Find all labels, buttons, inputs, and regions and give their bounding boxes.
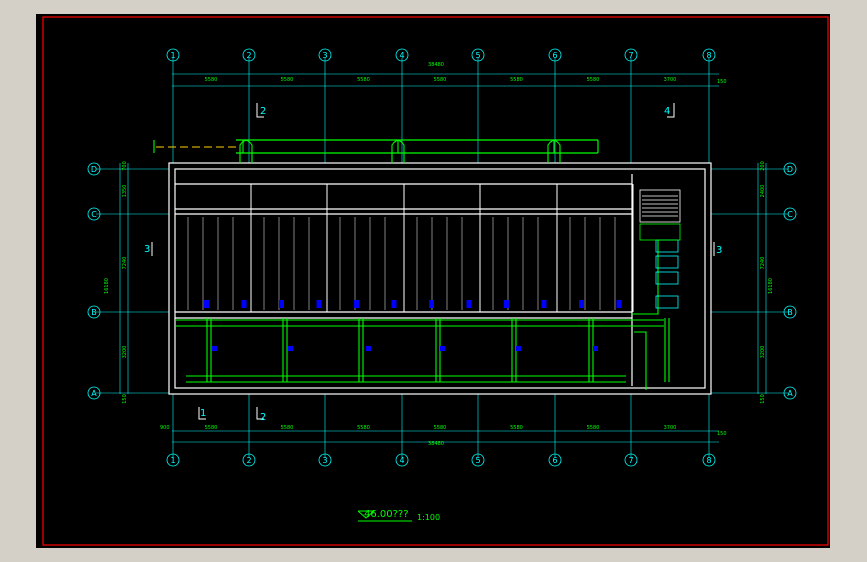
valve-marker [354, 300, 359, 308]
section-mark-right: 3 [716, 245, 722, 256]
grid-bubble-col-7: 7 [628, 456, 633, 465]
grid-bubble-row-C: C [91, 210, 97, 219]
dim-top-total: 38480 [428, 62, 444, 68]
valve-marker [204, 300, 209, 308]
dim-top-span: 5580 [510, 77, 523, 83]
section-mark-bottom-right: 2 [260, 412, 266, 423]
valve-marker-lower [440, 346, 445, 351]
dim-left-span: 1350 [122, 185, 128, 198]
dim-right-span: 7240 [760, 257, 766, 270]
section-marks: 2 4 1 2 3 3 [144, 103, 722, 423]
grid-bubble-row-D: D [787, 165, 793, 174]
grid-bubble-col-2: 2 [246, 51, 251, 60]
grid-bubble-col-1: 1 [170, 456, 175, 465]
pipe-elbow-2 [632, 240, 659, 315]
plan-scale: 1:100 [417, 513, 440, 522]
valve-marker [541, 300, 547, 308]
grid-bubble-row-D: D [91, 165, 97, 174]
bottom-pipelines [153, 139, 670, 390]
dim-left-total: 16180 [104, 278, 110, 294]
grid-bubble-col-6: 6 [552, 456, 557, 465]
dim-bottom-span: 5580 [510, 425, 523, 431]
section-mark-left: 3 [144, 244, 150, 255]
valve-marker [241, 300, 247, 308]
equipment-boxes [639, 223, 681, 309]
valve-marker [391, 300, 397, 308]
grid-bubble-col-1: 1 [170, 51, 175, 60]
valve-marker [579, 300, 584, 308]
grid-bubble-col-6: 6 [552, 51, 557, 60]
top-pipeline [156, 139, 599, 154]
valve-marker-lower [593, 346, 598, 351]
stair [639, 189, 681, 223]
grid-bubble-row-A: A [787, 389, 793, 398]
dim-bottom-span: 5580 [205, 425, 218, 431]
pipe-elbow [634, 331, 647, 390]
dim-bottom-left-edge: 900 [160, 425, 170, 431]
dim-top-edge: 150 [717, 79, 727, 85]
dim-right-span: 2400 [760, 185, 766, 198]
section-mark-top-left: 2 [260, 106, 266, 117]
dim-bottom-span: 5580 [357, 425, 370, 431]
cad-viewport[interactable]: 38480 38480 150 150 900 16180 16180 5580… [36, 14, 830, 548]
dim-left-span: 3200 [122, 346, 128, 359]
pipe-loop [239, 139, 253, 163]
grid-bubble-col-7: 7 [628, 51, 633, 60]
dimension-labels: 38480 38480 150 150 900 16180 16180 [104, 62, 774, 447]
grid-bubble-col-4: 4 [399, 51, 404, 60]
dim-top-span: 5580 [205, 77, 218, 83]
valve-marker-lower [288, 346, 293, 351]
grid-lines [96, 58, 788, 458]
dim-top-span: 5580 [357, 77, 370, 83]
dim-left-span: 150 [122, 394, 128, 404]
dim-bottom-total: 38480 [428, 441, 444, 447]
valve-marker [616, 300, 622, 308]
dim-right-span: 150 [760, 394, 766, 404]
grid-bubble-col-8: 8 [706, 456, 711, 465]
dim-top-span: 5580 [434, 77, 447, 83]
grid-bubble-col-3: 3 [322, 51, 327, 60]
section-mark-top-right: 4 [664, 106, 670, 117]
valve-marker [504, 300, 509, 308]
dim-bottom-span: 5580 [281, 425, 294, 431]
grid-bubble-row-B: B [787, 308, 793, 317]
dim-bottom-edge: 150 [717, 431, 727, 437]
dim-left-span: 7240 [122, 257, 128, 270]
grid-bubble-col-2: 2 [246, 456, 251, 465]
grid-bubble-col-5: 5 [475, 51, 480, 60]
grid-bubble-row-B: B [91, 308, 97, 317]
valve-marker [429, 300, 434, 308]
dim-right-total: 16180 [768, 278, 774, 294]
valve-marker-lower [516, 346, 521, 351]
dim-top-span: 5580 [281, 77, 294, 83]
dim-bottom-span: 3700 [664, 425, 677, 431]
grid-bubbles: 1 1 2 2 3 3 4 4 5 5 6 6 7 7 8 8 D D C C B B A A [87, 48, 797, 467]
grid-bubble-row-C: C [787, 210, 793, 219]
grid-bubble-row-A: A [91, 389, 97, 398]
plan-title-label: 46.00??? [364, 509, 409, 520]
tank-partitions [174, 184, 634, 312]
stair-box [639, 189, 681, 223]
valve-marker [279, 300, 284, 308]
dim-top-span: 3700 [664, 77, 677, 83]
valve-marker [316, 300, 322, 308]
dim-right-span: 200 [760, 161, 766, 171]
dim-top-span: 5580 [587, 77, 600, 83]
dim-left-span: 700 [122, 161, 128, 171]
dim-right-span: 3200 [760, 346, 766, 359]
floor-plan-drawing: 38480 38480 150 150 900 16180 16180 5580… [42, 16, 829, 546]
dim-bottom-span: 5580 [434, 425, 447, 431]
grid-bubble-col-4: 4 [399, 456, 404, 465]
grid-bubble-col-3: 3 [322, 456, 327, 465]
dim-bottom-span: 5580 [587, 425, 600, 431]
section-mark-bottom-left: 1 [200, 408, 206, 419]
grid-bubble-col-5: 5 [475, 456, 480, 465]
valve-marker-lower [212, 346, 217, 351]
valve-marker-lower [366, 346, 371, 351]
grid-bubble-col-8: 8 [706, 51, 711, 60]
valve-marker [466, 300, 472, 308]
plan-title: 46.00??? 1:100 [357, 509, 440, 522]
